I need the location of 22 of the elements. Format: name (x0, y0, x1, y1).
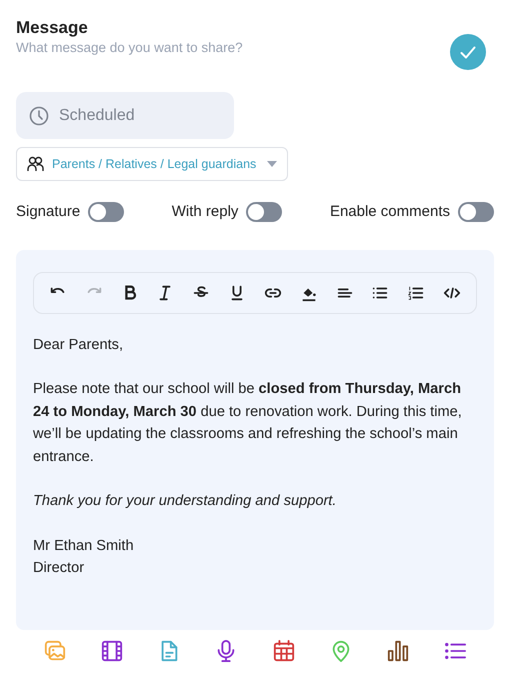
confirm-button[interactable] (450, 34, 486, 70)
caret-icon (267, 161, 277, 167)
toggle-switch[interactable] (458, 202, 494, 222)
subtitle: What message do you want to share? (16, 39, 243, 58)
title: Message (16, 18, 89, 38)
toggle-switch[interactable] (88, 202, 124, 222)
paragraph: Dear Parents, (33, 336, 124, 354)
toggle-label: Signature (16, 202, 80, 222)
calendar-icon[interactable] (272, 640, 295, 662)
toggle-label: With reply (172, 202, 238, 222)
bar-chart-icon[interactable] (387, 640, 410, 662)
paragraph: Thank you for your understanding and support. (33, 492, 338, 511)
toggle-label: Enable comments (330, 202, 450, 222)
toggle-switch[interactable] (246, 202, 282, 222)
audience-dropdown[interactable]: Parents / Relatives / Legal guardians (16, 147, 288, 181)
people-icon (27, 156, 44, 172)
check-icon (460, 46, 476, 58)
clock-icon (29, 106, 49, 126)
schedule-button[interactable]: Scheduled (16, 92, 234, 139)
paragraph: Please note that our school will be closed from Thursday, March 24 to Monday, March 30 due to renovation work. During this time, we’ll be updating the classrooms and refreshing the school’s main entrance. (33, 380, 463, 466)
paragraph: Mr Ethan Smith Director (33, 536, 135, 578)
film-icon[interactable] (100, 640, 123, 662)
